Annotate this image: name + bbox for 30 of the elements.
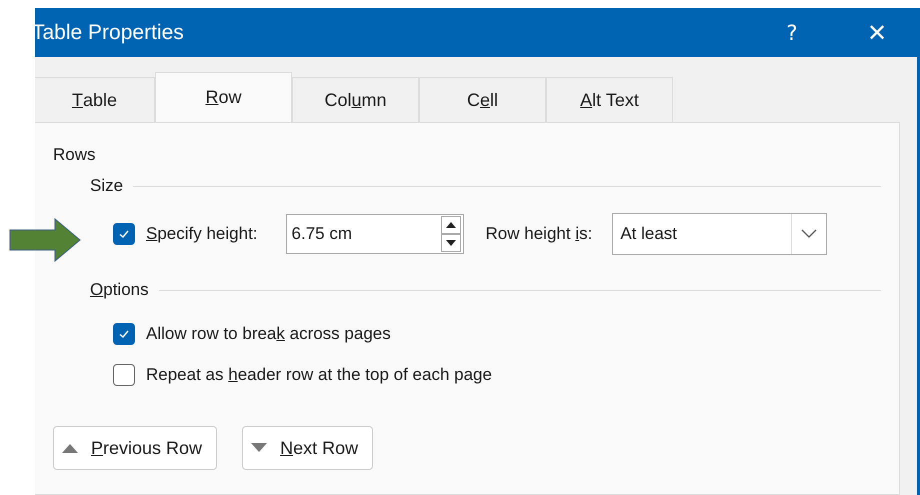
tab[interactable]: Cell xyxy=(419,77,546,122)
arrow-icon xyxy=(9,218,81,262)
check-icon xyxy=(118,228,130,240)
checkbox[interactable] xyxy=(113,323,135,345)
checkbox-label: Repeat as header row at the top of each page xyxy=(146,365,492,385)
checkbox[interactable] xyxy=(113,223,135,245)
checkbox-label: Specify height: xyxy=(146,224,258,244)
height-field[interactable]: 6.75 cm xyxy=(286,214,464,254)
section-label: Rows xyxy=(53,145,97,165)
group-label: Size xyxy=(90,176,124,196)
tab[interactable]: Table xyxy=(35,77,155,122)
tab[interactable]: Alt Text xyxy=(546,77,673,122)
tab[interactable]: Column xyxy=(292,77,419,122)
previous-row-button[interactable]: Previous Row xyxy=(53,426,218,470)
check-icon xyxy=(118,328,130,340)
field-label: Row height is: xyxy=(486,224,592,244)
chevron-down-icon xyxy=(801,229,818,239)
checkbox-label: Allow row to break across pages xyxy=(146,324,391,344)
close-button[interactable]: ✕ xyxy=(862,18,892,46)
group-label: Options xyxy=(90,280,149,300)
tab[interactable]: Row xyxy=(155,72,292,122)
next-row-button[interactable]: Next Row xyxy=(242,426,374,470)
triangle-up-icon xyxy=(62,443,78,453)
spin-down-icon[interactable] xyxy=(440,234,461,252)
window-title: Table Properties xyxy=(32,20,185,44)
spin-up-icon[interactable] xyxy=(440,216,461,234)
help-button[interactable]: ? xyxy=(777,20,807,44)
checkbox[interactable] xyxy=(113,364,135,386)
triangle-down-icon xyxy=(251,443,268,453)
row-height-dropdown[interactable]: At least xyxy=(612,213,828,255)
